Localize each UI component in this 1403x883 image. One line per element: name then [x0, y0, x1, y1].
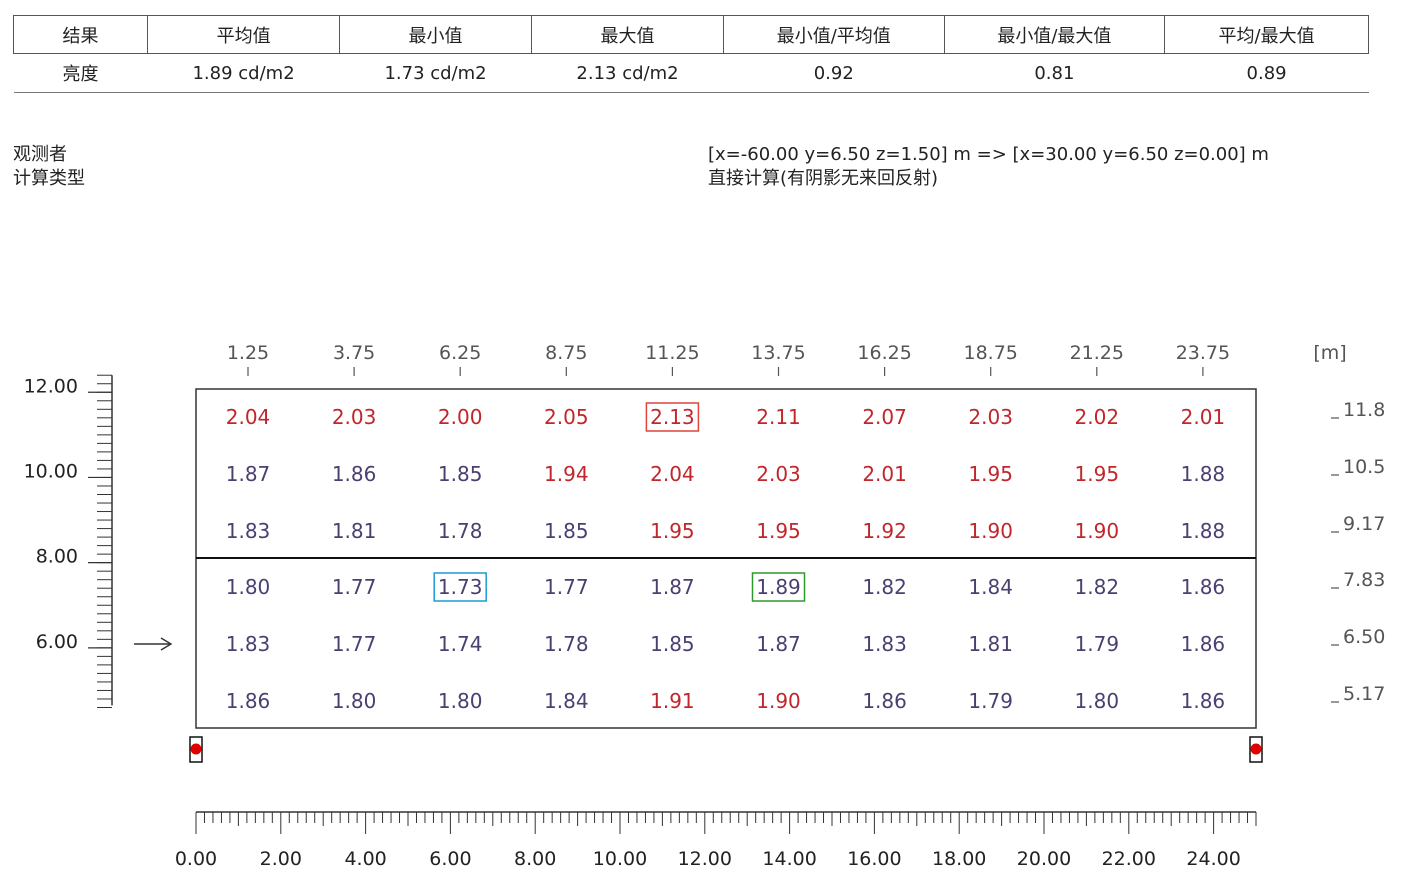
- grid-value: 1.87: [226, 462, 271, 486]
- grid-value: 1.77: [332, 632, 377, 656]
- top-tick-label: 21.25: [1070, 342, 1124, 364]
- grid-value: 1.80: [1075, 689, 1120, 713]
- right-row-label: 10.5: [1343, 456, 1385, 478]
- grid-value: 1.95: [1075, 462, 1120, 486]
- bottom-axis-label: 6.00: [429, 848, 471, 870]
- left-axis-label: 6.00: [36, 631, 78, 653]
- top-tick-label: 13.75: [751, 342, 805, 364]
- grid-value: 1.95: [650, 519, 695, 543]
- grid-value: 2.07: [862, 405, 907, 429]
- top-tick-label: 11.25: [645, 342, 699, 364]
- unit-label: [m]: [1313, 342, 1346, 364]
- grid-value: 1.81: [968, 632, 1013, 656]
- grid-value: 2.04: [650, 462, 695, 486]
- bottom-axis-label: 16.00: [847, 848, 901, 870]
- right-row-label: 7.83: [1343, 569, 1385, 591]
- grid-value: 2.01: [1181, 405, 1226, 429]
- grid-value: 1.86: [332, 462, 377, 486]
- bottom-axis-label: 14.00: [762, 848, 816, 870]
- grid-value: 1.80: [438, 689, 483, 713]
- bottom-axis-label: 12.00: [678, 848, 732, 870]
- grid-value: 2.03: [332, 405, 377, 429]
- right-row-label: 11.8: [1343, 399, 1385, 421]
- top-tick-label: 6.25: [439, 342, 481, 364]
- top-tick-label: 1.25: [227, 342, 269, 364]
- grid-value: 1.90: [756, 689, 801, 713]
- left-axis-label: 12.00: [24, 375, 78, 397]
- left-axis-label: 10.00: [24, 460, 78, 482]
- luminance-grid: 1.25 3.75 6.25 8.75 11.25 13.75 16.25 18.75 21.2…: [24, 342, 1386, 870]
- top-tick-label: 3.75: [333, 342, 375, 364]
- grid-value: 2.13: [650, 405, 695, 429]
- luminaire-marker-dot: [1250, 743, 1262, 755]
- grid-value: 1.81: [332, 519, 377, 543]
- bottom-axis-label: 0.00: [175, 848, 217, 870]
- grid-value: 1.79: [968, 689, 1013, 713]
- grid-value: 1.78: [438, 519, 483, 543]
- right-row-label: 5.17: [1343, 683, 1385, 705]
- grid-value: 2.02: [1075, 405, 1120, 429]
- grid-value: 1.80: [332, 689, 377, 713]
- grid-value: 1.90: [1075, 519, 1120, 543]
- grid-value: 1.82: [1075, 575, 1120, 599]
- grid-value: 2.11: [756, 405, 801, 429]
- grid-value: 2.04: [226, 405, 271, 429]
- bottom-axis-label: 10.00: [593, 848, 647, 870]
- grid-value: 1.80: [226, 575, 271, 599]
- bottom-axis-label: 22.00: [1102, 848, 1156, 870]
- grid-value: 1.86: [226, 689, 271, 713]
- grid-value: 1.85: [650, 632, 695, 656]
- top-tick-label: 23.75: [1176, 342, 1230, 364]
- bottom-axis-label: 2.00: [260, 848, 302, 870]
- grid-value: 1.88: [1181, 462, 1226, 486]
- grid-value: 1.87: [650, 575, 695, 599]
- grid-value: 2.00: [438, 405, 483, 429]
- grid-value: 1.78: [544, 632, 589, 656]
- grid-value: 1.82: [862, 575, 907, 599]
- grid-value: 1.84: [544, 689, 589, 713]
- grid-value: 1.77: [332, 575, 377, 599]
- grid-value: 1.88: [1181, 519, 1226, 543]
- grid-value: 1.87: [756, 632, 801, 656]
- grid-value: 1.86: [1181, 632, 1226, 656]
- right-row-label: 6.50: [1343, 626, 1385, 648]
- grid-value: 1.94: [544, 462, 589, 486]
- left-axis-label: 8.00: [36, 546, 78, 568]
- grid-value: 1.92: [862, 519, 907, 543]
- grid-value: 1.73: [438, 575, 483, 599]
- grid-value: 1.86: [1181, 689, 1226, 713]
- grid-value: 1.77: [544, 575, 589, 599]
- grid-value: 1.95: [756, 519, 801, 543]
- grid-value: 1.95: [968, 462, 1013, 486]
- grid-value: 2.05: [544, 405, 589, 429]
- bottom-axis-label: 18.00: [932, 848, 986, 870]
- bottom-axis-label: 4.00: [344, 848, 386, 870]
- grid-value: 1.79: [1075, 632, 1120, 656]
- grid-value: 1.90: [968, 519, 1013, 543]
- right-row-label: 9.17: [1343, 513, 1385, 535]
- grid-value: 1.84: [968, 575, 1013, 599]
- grid-value: 1.86: [862, 689, 907, 713]
- grid-value: 1.86: [1181, 575, 1226, 599]
- grid-value: 1.74: [438, 632, 483, 656]
- grid-value: 1.89: [756, 575, 801, 599]
- grid-value: 1.83: [862, 632, 907, 656]
- grid-value: 2.01: [862, 462, 907, 486]
- grid-value: 2.03: [756, 462, 801, 486]
- bottom-axis-label: 24.00: [1186, 848, 1240, 870]
- bottom-axis-label: 20.00: [1017, 848, 1071, 870]
- top-tick-label: 8.75: [545, 342, 587, 364]
- grid-value: 2.03: [968, 405, 1013, 429]
- luminaire-marker-dot: [190, 743, 202, 755]
- grid-value: 1.83: [226, 632, 271, 656]
- grid-value: 1.83: [226, 519, 271, 543]
- bottom-axis-label: 8.00: [514, 848, 556, 870]
- top-tick-label: 18.75: [963, 342, 1017, 364]
- grid-value: 1.91: [650, 689, 695, 713]
- grid-value: 1.85: [438, 462, 483, 486]
- top-tick-label: 16.25: [857, 342, 911, 364]
- grid-value: 1.85: [544, 519, 589, 543]
